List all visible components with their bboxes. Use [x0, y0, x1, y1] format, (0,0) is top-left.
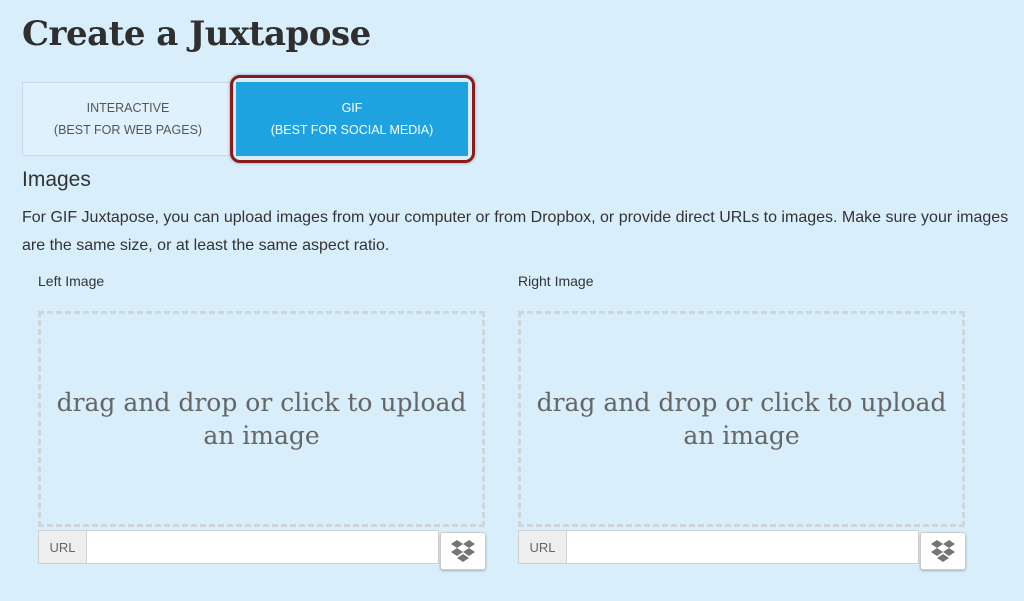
right-url-addon: URL	[518, 530, 566, 564]
page-title: Create a Juxtapose	[22, 14, 371, 54]
tab-interactive-subtitle: (BEST FOR WEB PAGES)	[53, 123, 203, 137]
right-image-dropzone[interactable]: drag and drop or click to upload an imag…	[518, 311, 965, 527]
left-image-label: Left Image	[38, 273, 105, 289]
right-dropzone-text: drag and drop or click to upload an imag…	[536, 388, 947, 450]
dropbox-icon	[931, 540, 955, 562]
dropbox-icon	[451, 540, 475, 562]
left-url-addon: URL	[38, 530, 86, 564]
left-image-dropzone[interactable]: drag and drop or click to upload an imag…	[38, 311, 485, 527]
tab-interactive-title: INTERACTIVE	[86, 101, 170, 115]
right-url-group: URL	[518, 530, 919, 564]
left-dropbox-button[interactable]	[440, 532, 486, 570]
left-dropzone-text: drag and drop or click to upload an imag…	[56, 388, 467, 450]
highlight-outline	[230, 75, 475, 163]
images-description: For GIF Juxtapose, you can upload images…	[22, 209, 1009, 254]
left-url-group: URL	[38, 530, 439, 564]
left-url-input[interactable]	[86, 530, 439, 564]
right-url-input[interactable]	[566, 530, 919, 564]
images-heading: Images	[22, 168, 91, 191]
right-dropbox-button[interactable]	[920, 532, 966, 570]
right-image-label: Right Image	[518, 273, 594, 289]
tab-interactive[interactable]: INTERACTIVE (BEST FOR WEB PAGES)	[22, 82, 234, 156]
